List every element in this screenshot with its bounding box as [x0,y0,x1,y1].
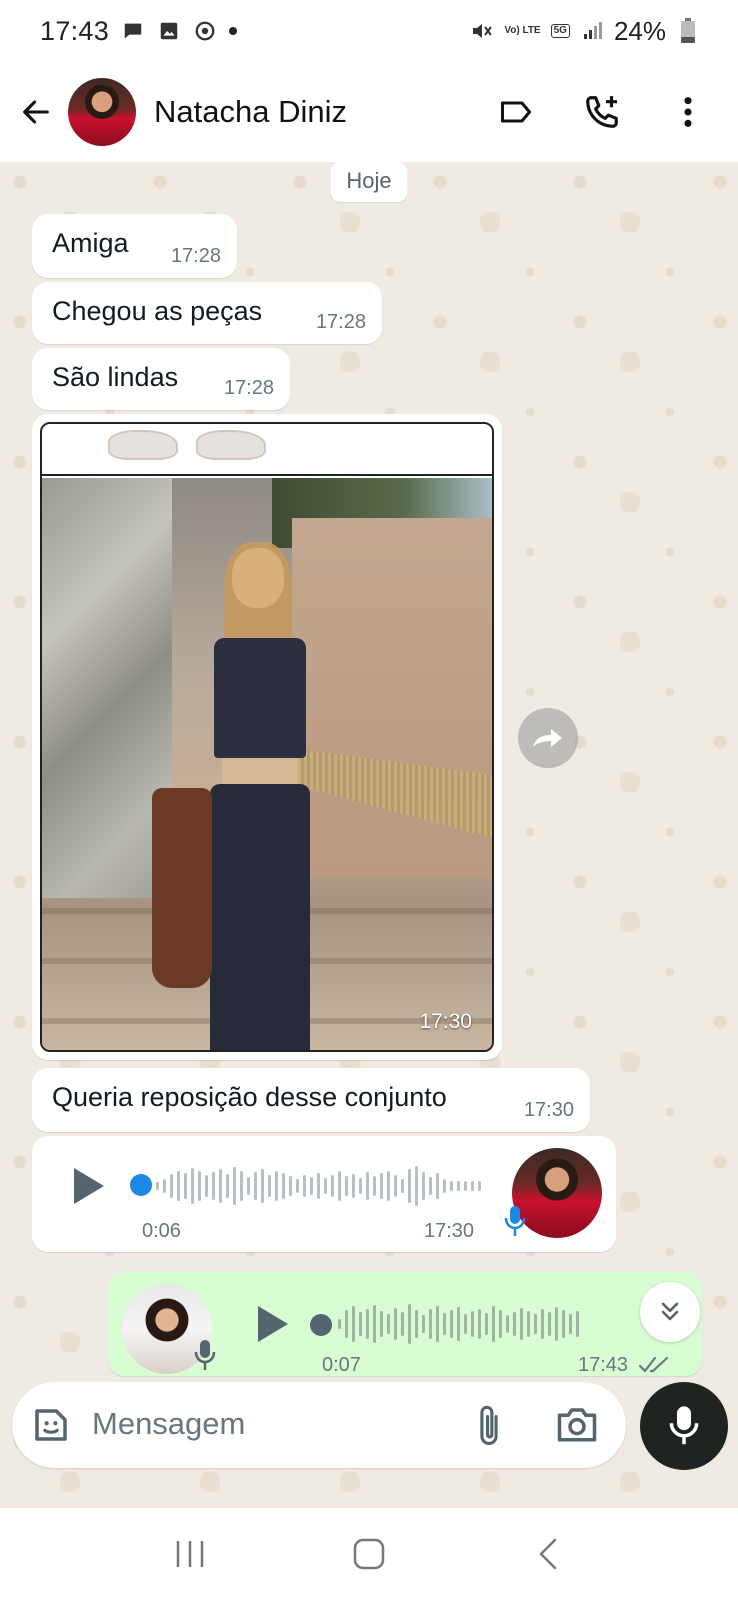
header-actions [496,92,722,132]
shoe-thumbnail [196,430,266,460]
mic-badge-icon [504,1206,526,1236]
message-composer[interactable]: Mensagem [12,1382,626,1468]
recents-button[interactable] [165,1529,215,1579]
home-button[interactable] [344,1529,394,1579]
message-text: Amiga [52,228,129,258]
notification-dot-icon [229,27,238,35]
voice-time: 17:30 [424,1220,475,1242]
play-icon [74,1168,104,1204]
battery-percent: 24% [613,15,666,46]
chevron-left-icon [540,1538,557,1570]
gallery-icon [157,19,181,43]
mute-icon [470,19,494,43]
outfit-photo [42,478,492,1050]
composer-area: Mensagem [0,1380,738,1508]
nav-back-button[interactable] [523,1529,573,1579]
image-frame: 17:30 [40,422,494,1052]
more-vertical-icon [684,97,692,127]
message-time: 17:28 [170,245,221,267]
voice-duration: 0:06 [142,1220,181,1242]
signal-icon [580,19,604,43]
play-icon [258,1306,288,1342]
voice-record-button[interactable] [640,1382,728,1470]
chat-area[interactable]: Hoje Amiga 17:28 Chegou as peças 17:28 S… [0,162,738,1508]
status-right: Vo) LTE 5G 24% [470,16,700,47]
sticker-icon[interactable] [30,1404,72,1446]
system-nav-bar [0,1508,738,1600]
contact-name[interactable]: Natacha Diniz [154,94,496,130]
image-time: 17:30 [419,1010,472,1033]
contact-avatar[interactable] [68,78,136,146]
voice-message-outgoing[interactable]: 0:07 17:43 [108,1272,702,1376]
message-time: 17:28 [315,311,366,333]
network-badge: 5G [550,24,570,38]
message-text: Queria reposição desse conjunto [52,1082,447,1112]
chat-header: Natacha Diniz [0,62,738,162]
model-figure [152,542,322,1050]
image-top-strip [42,424,492,476]
home-icon [353,1538,385,1570]
camera-icon[interactable] [556,1404,598,1444]
double-chevron-down-icon [661,1302,679,1321]
status-time: 17:43 [40,15,110,46]
double-check-icon [638,1356,669,1373]
forward-button[interactable] [518,708,578,768]
message-input[interactable]: Mensagem [92,1406,245,1442]
more-options-button[interactable] [668,92,708,132]
play-button[interactable] [66,1164,110,1208]
message-text: São lindas [52,362,179,392]
back-button[interactable] [16,92,56,132]
chat-bubble-icon [121,19,145,43]
label-tag-icon [501,101,531,123]
message-bubble[interactable]: Chegou as peças 17:28 [32,282,382,344]
mic-badge-icon [194,1340,216,1370]
arrow-left-icon [23,100,49,124]
voice-time: 17:43 [578,1354,629,1376]
voice-message-incoming[interactable]: 0:06 17:30 [32,1136,616,1252]
status-left: 17:43 [40,15,238,47]
message-bubble[interactable]: Amiga 17:28 [32,214,237,278]
message-time: 17:28 [223,377,274,399]
forward-icon [533,729,562,747]
message-text: Chegou as peças [52,296,263,326]
play-button[interactable] [250,1302,294,1346]
image-message[interactable]: 17:30 [32,414,502,1060]
status-bar: 17:43 Vo) LTE 5G 24% [0,0,738,62]
label-button[interactable] [496,92,536,132]
recents-icon [176,1541,203,1567]
progress-dot[interactable] [130,1174,152,1196]
message-bubble[interactable]: Queria reposição desse conjunto 17:30 [32,1068,590,1132]
waveform[interactable] [156,1164,481,1208]
message-time: 17:30 [523,1099,574,1121]
camera-lens-icon [193,19,217,43]
shoe-thumbnail [108,430,178,460]
waveform[interactable] [338,1302,579,1346]
add-call-button[interactable] [582,92,622,132]
progress-dot[interactable] [310,1314,332,1336]
date-chip: Hoje [330,162,408,202]
attach-icon[interactable] [472,1402,506,1448]
scroll-to-bottom-button[interactable] [640,1282,700,1342]
volte-badge: Vo) LTE [504,25,541,36]
voice-duration: 0:07 [322,1354,361,1376]
microphone-icon [669,1406,699,1445]
battery-icon [676,18,700,43]
phone-add-icon [586,96,618,128]
message-bubble[interactable]: São lindas 17:28 [32,348,290,410]
